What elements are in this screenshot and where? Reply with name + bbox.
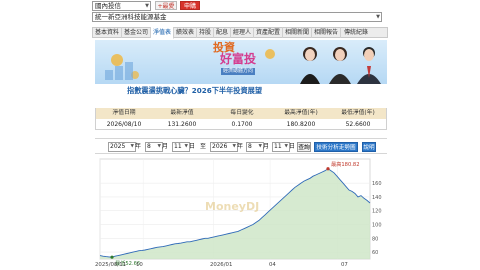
tab-manager[interactable]: 經理人 (231, 27, 254, 38)
tab-nav-table[interactable]: 淨值表 (151, 27, 174, 39)
fund-name-select[interactable]: 統一新亞洲科技能源基金 ▼ (92, 12, 382, 22)
to-day-select[interactable]: 11 ▼ (272, 142, 290, 152)
chevron-down-icon: ▼ (258, 144, 262, 149)
y-tick-label: 60 (372, 250, 378, 256)
chevron-down-icon: ▼ (376, 14, 380, 20)
value-year-low: 52.6600 (345, 121, 371, 128)
hosts-photo (300, 47, 381, 84)
tab-performance[interactable]: 績效表 (174, 27, 197, 38)
to-year-label: 年 (237, 143, 244, 150)
value-daily-change: 0.1700 (231, 121, 253, 128)
chevron-down-icon: ▼ (130, 144, 134, 149)
to-year-value: 2026 (212, 143, 228, 150)
from-day-select[interactable]: 11 ▼ (172, 142, 190, 152)
fund-type-value: 國內投信 (95, 2, 121, 10)
to-month-select[interactable]: 8 ▼ (246, 142, 264, 152)
to-day-value: 11 (274, 143, 282, 150)
banner-subtitle: 經濟總體方向 (221, 68, 256, 75)
value-year-high: 180.8200 (286, 121, 316, 128)
tech-analysis-button[interactable]: 技術分析走勢圖 (314, 142, 358, 152)
x-tick-label: 10 (136, 262, 143, 268)
y-tick-label: 80 (372, 236, 378, 242)
header-latest-nav: 最新淨值 (170, 110, 194, 116)
high-label: 最高180.82 (331, 160, 360, 168)
header-year-high: 最高淨值(年) (284, 110, 318, 116)
y-tick-label: 160 (372, 181, 382, 187)
y-tick-label: 140 (372, 195, 382, 201)
chevron-down-icon: ▼ (157, 144, 161, 149)
chevron-down-icon: ▼ (184, 144, 188, 149)
add-favorite-button[interactable]: +最愛 (155, 1, 177, 10)
tab-holdings[interactable]: 持股 (197, 27, 214, 38)
chart-watermark: MoneyDJ (205, 200, 260, 213)
fund-type-select[interactable]: 國內投信 ▼ (92, 1, 151, 11)
tab-dividend[interactable]: 配息 (214, 27, 231, 38)
from-month-select[interactable]: 8 ▼ (145, 142, 163, 152)
x-tick-label: 04 (269, 262, 276, 268)
x-tick-label: 07 (341, 262, 348, 268)
to-month-value: 8 (248, 143, 252, 150)
to-month-label: 月 (263, 143, 270, 150)
subscribe-button[interactable]: 申購 (180, 1, 200, 10)
x-tick-label: 2025/08/11 (95, 262, 127, 268)
chevron-down-icon: ▼ (232, 144, 236, 149)
query-button[interactable]: 查詢 (297, 142, 311, 152)
y-tick-label: 100 (372, 223, 382, 229)
from-year-value: 2025 (110, 143, 126, 150)
to-day-label: 日 (289, 143, 296, 150)
tab-basic-info[interactable]: 基本資料 (93, 27, 122, 38)
promo-banner[interactable]: 投資 好富投 經濟總體方向 指數震盪挑戰心臟？2026下半年投資展望 (95, 40, 387, 100)
y-tick-label: 120 (372, 209, 382, 215)
high-marker (326, 167, 330, 171)
header-nav-date: 淨值日期 (112, 110, 136, 116)
banner-title-line2: 好富投 (220, 52, 257, 66)
value-latest-nav: 131.2600 (167, 121, 197, 128)
to-year-select[interactable]: 2026 ▼ (210, 142, 238, 152)
tab-related-reports[interactable]: 相關報告 (312, 27, 341, 38)
banner-caption: 指數震盪挑戰心臟？2026下半年投資展望 (127, 86, 263, 95)
from-day-value: 11 (174, 143, 182, 150)
chevron-down-icon: ▼ (284, 144, 288, 149)
low-marker (110, 255, 114, 259)
from-month-label: 月 (162, 143, 169, 150)
legend-button[interactable]: 說明 (362, 142, 376, 152)
range-separator: 至 (200, 143, 207, 150)
value-nav-date: 2026/08/10 (106, 121, 142, 128)
from-month-value: 8 (147, 143, 151, 150)
chevron-down-icon: ▼ (145, 3, 149, 9)
x-tick-label: 2026/01 (210, 262, 233, 268)
tab-related-news[interactable]: 相關新聞 (283, 27, 312, 38)
from-year-select[interactable]: 2025 ▼ (108, 142, 136, 152)
tab-asset-allocation[interactable]: 資產配置 (254, 27, 283, 38)
from-year-label: 年 (135, 143, 142, 150)
fund-name-value: 統一新亞洲科技能源基金 (95, 13, 167, 21)
header-daily-change: 每日變化 (230, 110, 254, 116)
from-day-label: 日 (189, 143, 196, 150)
header-year-low: 最低淨值(年) (341, 110, 375, 116)
tab-fund-company[interactable]: 基金公司 (122, 27, 151, 38)
tab-history[interactable]: 傳統紀錄 (341, 27, 371, 38)
